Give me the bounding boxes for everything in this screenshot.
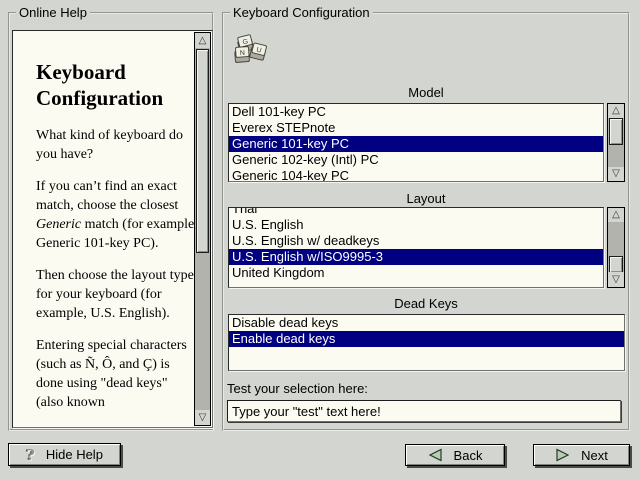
list-item[interactable]: Disable dead keys bbox=[229, 315, 624, 331]
list-item[interactable]: U.S. English w/ deadkeys bbox=[229, 233, 603, 249]
layout-scrollbar[interactable]: △ ▽ bbox=[607, 207, 625, 288]
list-item[interactable]: Everex STEPnote bbox=[229, 120, 603, 136]
next-button[interactable]: Next bbox=[533, 444, 630, 466]
online-help-title: Online Help bbox=[16, 5, 90, 20]
help-scrollbar[interactable]: △ ▽ bbox=[194, 32, 211, 426]
layout-list[interactable]: Thai U.S. English U.S. English w/ deadke… bbox=[228, 207, 604, 288]
back-arrow-icon bbox=[428, 448, 443, 462]
layout-label: Layout bbox=[224, 191, 628, 206]
dead-keys-list[interactable]: Disable dead keys Enable dead keys bbox=[228, 314, 625, 371]
list-item[interactable]: U.S. English bbox=[229, 217, 603, 233]
scroll-down-icon[interactable]: ▽ bbox=[608, 167, 624, 181]
help-scrollbar-thumb[interactable] bbox=[196, 49, 209, 253]
list-item[interactable]: Generic 102-key (Intl) PC bbox=[229, 152, 603, 168]
list-item[interactable]: Thai bbox=[229, 207, 603, 217]
test-selection-label: Test your selection here: bbox=[227, 381, 368, 396]
help-paragraph: Entering special characters (such as Ñ, … bbox=[36, 336, 198, 412]
model-list[interactable]: Dell 101-key PC Everex STEPnote Generic … bbox=[228, 103, 604, 182]
test-text-input[interactable] bbox=[227, 400, 621, 422]
hide-help-button[interactable]: ? Hide Help bbox=[8, 443, 121, 466]
next-arrow-icon bbox=[555, 448, 570, 462]
keyboard-configuration-title: Keyboard Configuration bbox=[230, 5, 373, 20]
scroll-up-icon[interactable]: △ bbox=[608, 208, 624, 222]
model-scrollbar-thumb[interactable] bbox=[609, 118, 623, 145]
keyboard-keys-icon: G N U bbox=[231, 34, 267, 66]
help-paragraph: If you can’t find an exact match, choose… bbox=[36, 177, 198, 253]
list-item[interactable]: United Kingdom bbox=[229, 265, 603, 281]
help-viewport: Keyboard Configuration What kind of keyb… bbox=[12, 30, 213, 428]
model-scrollbar[interactable]: △ ▽ bbox=[607, 103, 625, 182]
list-item[interactable]: Dell 101-key PC bbox=[229, 104, 603, 120]
scroll-up-icon[interactable]: △ bbox=[195, 33, 210, 48]
list-item-selected[interactable]: Generic 101-key PC bbox=[229, 136, 603, 152]
layout-scrollbar-thumb[interactable] bbox=[609, 256, 623, 273]
back-button[interactable]: Back bbox=[405, 444, 505, 466]
next-label: Next bbox=[581, 448, 608, 463]
scroll-down-icon[interactable]: ▽ bbox=[608, 272, 624, 287]
list-item-selected[interactable]: U.S. English w/ISO9995-3 bbox=[229, 249, 603, 265]
question-mark-icon: ? bbox=[26, 446, 35, 464]
list-item-selected[interactable]: Enable dead keys bbox=[229, 331, 624, 347]
online-help-panel: Online Help Keyboard Configuration What … bbox=[8, 12, 214, 431]
help-paragraph: Then choose the layout type for your key… bbox=[36, 266, 198, 323]
list-item[interactable]: Generic 104-key PC bbox=[229, 168, 603, 182]
svg-text:N: N bbox=[240, 50, 246, 57]
help-text: Keyboard Configuration What kind of keyb… bbox=[36, 59, 198, 425]
dead-keys-label: Dead Keys bbox=[224, 296, 628, 311]
model-label: Model bbox=[224, 85, 628, 100]
hide-help-label: Hide Help bbox=[46, 447, 103, 462]
scroll-down-icon[interactable]: ▽ bbox=[195, 410, 210, 425]
keyboard-configuration-panel: Keyboard Configuration G N U Model Dell … bbox=[222, 12, 630, 431]
scroll-up-icon[interactable]: △ bbox=[608, 104, 624, 118]
help-paragraph: What kind of keyboard do you have? bbox=[36, 126, 198, 164]
back-label: Back bbox=[454, 448, 483, 463]
help-heading: Keyboard Configuration bbox=[36, 59, 198, 111]
